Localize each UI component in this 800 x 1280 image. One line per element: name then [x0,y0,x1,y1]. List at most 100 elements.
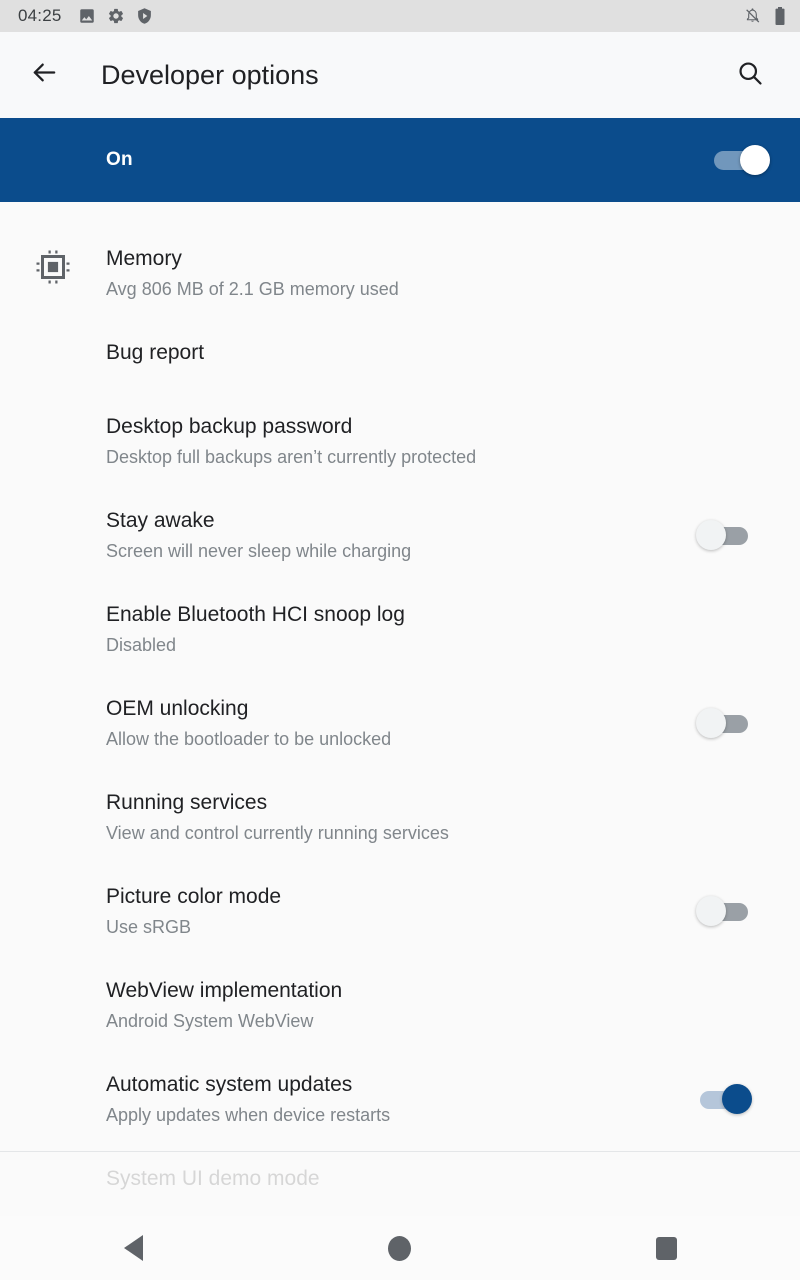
list-item-bluetooth-hci-snoop-log[interactable]: Enable Bluetooth HCI snoop log Disabled [0,582,800,676]
list-item-title: Enable Bluetooth HCI snoop log [106,603,405,626]
back-button[interactable] [20,51,68,99]
developer-options-master-switch-bar[interactable]: On [0,118,800,202]
row-control-slot [678,412,770,426]
automatic-system-updates-toggle[interactable] [696,1084,752,1116]
page-title: Developer options [101,59,319,90]
row-icon-slot [0,882,106,887]
nav-back-button[interactable] [78,1216,188,1280]
row-text: Automatic system updates Apply updates w… [106,1070,678,1128]
image-icon [78,7,96,25]
row-text: System UI demo mode [106,1164,678,1193]
row-control-slot [678,976,770,990]
circle-home-icon [388,1235,412,1261]
list-item-summary: Screen will never sleep while charging [106,541,412,561]
triangle-back-icon [123,1235,143,1261]
nav-home-button[interactable] [345,1216,455,1280]
row-control-slot [678,244,770,258]
list-item-title: OEM unlocking [106,697,249,720]
row-text: Desktop backup password Desktop full bac… [106,412,678,470]
back-arrow-icon [30,58,59,92]
list-item-summary: Apply updates when device restarts [106,1105,391,1125]
list-item-summary: Avg 806 MB of 2.1 GB memory used [106,279,399,299]
memory-chip-icon [35,249,71,290]
row-control-slot [678,788,770,802]
row-icon-slot [0,694,106,699]
row-icon-slot [0,244,106,290]
search-button[interactable] [726,51,774,99]
list-item-summary: View and control currently running servi… [106,823,449,843]
list-item-title: Running services [106,791,268,814]
row-text: WebView implementation Android System We… [106,976,678,1034]
list-item-summary: Allow the bootloader to be unlocked [106,729,392,749]
list-item-title: WebView implementation [106,979,343,1002]
list-item-summary: Use sRGB [106,917,192,937]
row-control-slot [678,600,770,614]
row-control-slot [678,506,770,552]
status-clock: 04:25 [18,6,62,25]
list-item-memory[interactable]: Memory Avg 806 MB of 2.1 GB memory used [0,226,800,320]
list-item-picture-color-mode[interactable]: Picture color mode Use sRGB [0,864,800,958]
row-text: Running services View and control curren… [106,788,678,846]
master-switch-thumb [740,145,770,175]
toggle-thumb [696,896,726,926]
row-control-slot [678,1164,770,1178]
stay-awake-toggle[interactable] [696,520,752,552]
list-item-automatic-system-updates[interactable]: Automatic system updates Apply updates w… [0,1052,800,1146]
row-icon-slot [0,1164,106,1169]
row-text: Stay awake Screen will never sleep while… [106,506,678,564]
status-system-icons [743,6,786,26]
row-icon-slot [0,412,106,417]
developer-options-list[interactable]: Memory Avg 806 MB of 2.1 GB memory used … [0,202,800,1216]
row-text: Enable Bluetooth HCI snoop log Disabled [106,600,678,658]
row-icon-slot [0,788,106,793]
app-toolbar: Developer options [0,32,800,118]
master-switch-label: On [106,149,133,170]
list-item-summary: Android System WebView [106,1011,314,1031]
list-item-oem-unlocking[interactable]: OEM unlocking Allow the bootloader to be… [0,676,800,770]
row-control-slot [678,1070,770,1116]
status-bar: 04:25 [0,0,800,32]
square-recents-icon [656,1236,678,1260]
row-icon-slot [0,1070,106,1075]
row-icon-slot [0,976,106,981]
list-item-title: Bug report [106,341,205,364]
list-item-title: Memory [106,247,182,270]
list-item-webview-implementation[interactable]: WebView implementation Android System We… [0,958,800,1052]
list-bottom-divider [0,1151,800,1152]
list-item-desktop-backup-password[interactable]: Desktop backup password Desktop full bac… [0,394,800,488]
row-icon-slot [0,338,106,343]
notifications-off-icon [743,7,762,26]
list-item-running-services[interactable]: Running services View and control curren… [0,770,800,864]
system-navigation-bar [0,1216,800,1280]
master-switch-toggle[interactable] [714,143,770,177]
list-item-stay-awake[interactable]: Stay awake Screen will never sleep while… [0,488,800,582]
list-item-title: Picture color mode [106,885,282,908]
oem-unlocking-toggle[interactable] [696,708,752,740]
row-control-slot [678,694,770,740]
row-control-slot [678,338,770,352]
row-icon-slot [0,600,106,605]
list-item-summary: Desktop full backups aren’t currently pr… [106,447,477,467]
row-control-slot [678,882,770,928]
status-notification-icons [78,7,153,25]
list-item-title: Desktop backup password [106,415,353,438]
gear-icon [107,7,125,25]
search-icon [736,59,764,92]
battery-icon [774,6,786,26]
row-icon-slot [0,506,106,511]
toggle-thumb [722,1084,752,1114]
toggle-thumb [696,520,726,550]
list-item-bug-report[interactable]: Bug report [0,320,800,394]
list-item-title: Stay awake [106,509,215,532]
shield-play-icon [136,7,153,25]
list-item-title: System UI demo mode [106,1167,320,1190]
nav-recents-button[interactable] [612,1216,722,1280]
row-text: Picture color mode Use sRGB [106,882,678,940]
row-text: Memory Avg 806 MB of 2.1 GB memory used [106,244,678,302]
list-item-system-ui-demo-mode[interactable]: System UI demo mode [0,1146,800,1216]
picture-color-mode-toggle[interactable] [696,896,752,928]
row-text: Bug report [106,338,678,367]
list-item-title: Automatic system updates [106,1073,353,1096]
list-item-summary: Disabled [106,635,177,655]
toggle-thumb [696,708,726,738]
